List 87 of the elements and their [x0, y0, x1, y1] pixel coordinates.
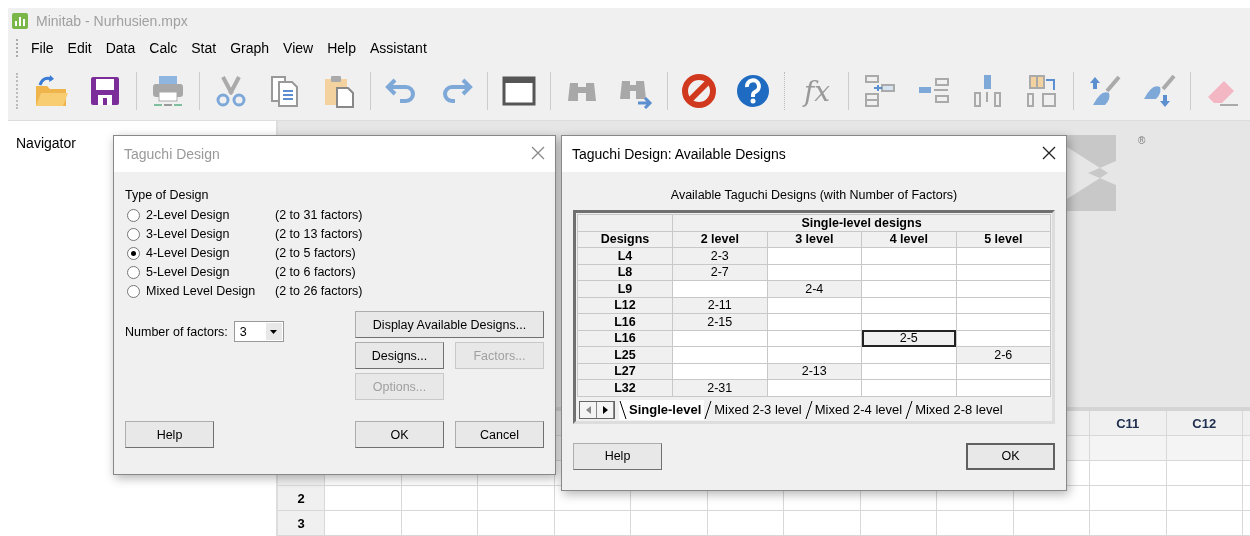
menu-item[interactable]: Assistant — [363, 37, 434, 59]
worksheet-cell[interactable] — [554, 511, 631, 536]
factor-range: (2 to 13 factors) — [275, 227, 363, 241]
dialog-button[interactable]: Help — [573, 442, 662, 470]
radio-button[interactable] — [127, 246, 140, 260]
dialog-button[interactable]: Cancel — [455, 421, 544, 448]
menu-item[interactable]: Edit — [60, 37, 99, 59]
radio-label[interactable]: 5-Level Design — [146, 265, 230, 279]
field-label: Number of factors: — [125, 324, 228, 339]
factor-range: (2 to 6 factors) — [275, 265, 356, 279]
worksheet-cell[interactable] — [478, 511, 555, 536]
menu-item[interactable]: Help — [320, 37, 363, 59]
radio-button[interactable] — [127, 284, 140, 298]
navigator-title: Navigator — [16, 135, 76, 151]
worksheet-cell[interactable] — [478, 486, 555, 511]
app-icon — [12, 13, 28, 29]
brush-down-icon[interactable] — [1141, 73, 1177, 109]
dialog-button[interactable]: Help — [125, 421, 214, 448]
factor-range: (2 to 31 factors) — [275, 208, 363, 222]
worksheet-cell[interactable] — [631, 511, 708, 536]
worksheet-cell[interactable] — [860, 511, 937, 536]
menu-item[interactable]: Data — [98, 37, 143, 59]
dialog-title: Taguchi Design: Available Designs — [572, 146, 786, 162]
radio-label[interactable]: 4-Level Design — [146, 246, 230, 260]
worksheet-cell[interactable] — [1166, 486, 1243, 511]
tab-scroller[interactable] — [579, 400, 615, 419]
menu-item[interactable]: File — [24, 37, 61, 59]
radio-button[interactable] — [127, 227, 140, 241]
table-caption: Available Taguchi Designs (with Number of Factors) — [669, 188, 959, 202]
group-header: Single-level designs — [672, 214, 1051, 231]
menu-item[interactable]: Calc — [142, 37, 185, 59]
column-header[interactable]: C11 — [1090, 411, 1167, 436]
worksheet-cell[interactable] — [1166, 461, 1243, 486]
worksheet-cell[interactable] — [707, 511, 784, 536]
window-title: Minitab - Nurhusien.mpx — [36, 13, 188, 29]
radio-label[interactable]: Mixed Level Design — [146, 284, 256, 298]
sheet-tab[interactable]: Mixed 2-3 level — [704, 399, 805, 420]
registered-mark: ® — [1138, 135, 1146, 146]
dialog-button[interactable]: OK — [966, 442, 1055, 470]
dropdown-arrow-icon — [270, 329, 278, 334]
worksheet-cell[interactable] — [325, 511, 402, 536]
worksheet-cell[interactable] — [1166, 436, 1243, 461]
column-header[interactable]: C12 — [1166, 411, 1243, 436]
group-label: Type of Design — [125, 188, 210, 202]
tab-edge-icon — [704, 399, 713, 420]
insert-rows-icon[interactable] — [862, 73, 898, 109]
row-header: 3 — [278, 511, 325, 536]
worksheet-cell[interactable] — [1090, 436, 1167, 461]
radio-button[interactable] — [127, 265, 140, 279]
close-icon[interactable] — [1042, 145, 1056, 160]
worksheet-cell[interactable] — [937, 511, 1014, 536]
dialog-title: Taguchi Design — [124, 146, 220, 162]
sheet-tab[interactable]: Mixed 2-8 level — [905, 399, 1006, 420]
tab-edge-icon — [804, 399, 813, 420]
radio-button[interactable] — [127, 208, 140, 222]
table-cell[interactable]: 2-5 — [861, 330, 956, 347]
scroll-left-icon[interactable] — [585, 405, 591, 414]
row-header: 2 — [278, 486, 325, 511]
worksheet-cell[interactable] — [325, 486, 402, 511]
tab-edge-icon — [619, 399, 627, 420]
worksheet-cell[interactable] — [401, 486, 478, 511]
worksheet-cell[interactable] — [401, 511, 478, 536]
sheet-tab[interactable]: Single-level — [619, 399, 705, 420]
stop-icon[interactable] — [681, 73, 717, 109]
worksheet-cell[interactable] — [1013, 511, 1090, 536]
tab-edge-icon — [905, 399, 914, 420]
dialog-button[interactable]: Designs... — [355, 342, 444, 369]
factor-range: (2 to 5 factors) — [275, 246, 356, 260]
radio-label[interactable]: 2-Level Design — [146, 208, 230, 222]
worksheet-cell[interactable] — [1090, 461, 1167, 486]
factors-dropdown[interactable]: 3 — [233, 321, 284, 342]
worksheet-cell[interactable] — [1090, 511, 1167, 536]
menu-item[interactable]: Stat — [184, 37, 224, 59]
worksheet-cell[interactable] — [1090, 486, 1167, 511]
factor-range: (2 to 26 factors) — [275, 284, 363, 298]
worksheet-cell[interactable] — [1166, 511, 1243, 536]
sheet-tab[interactable]: Mixed 2-4 level — [804, 399, 906, 420]
radio-label[interactable]: 3-Level Design — [146, 227, 230, 241]
scroll-right-icon[interactable] — [602, 405, 608, 414]
menu-item[interactable]: View — [276, 37, 321, 59]
dialog-button[interactable]: OK — [355, 421, 444, 448]
help-icon[interactable] — [735, 73, 771, 109]
open-folder-icon[interactable] — [33, 73, 69, 109]
worksheet-cell[interactable] — [784, 511, 861, 536]
printer-icon[interactable] — [150, 73, 186, 109]
menu-item[interactable]: Graph — [223, 37, 277, 59]
dialog-button[interactable]: Display Available Designs... — [355, 311, 544, 338]
